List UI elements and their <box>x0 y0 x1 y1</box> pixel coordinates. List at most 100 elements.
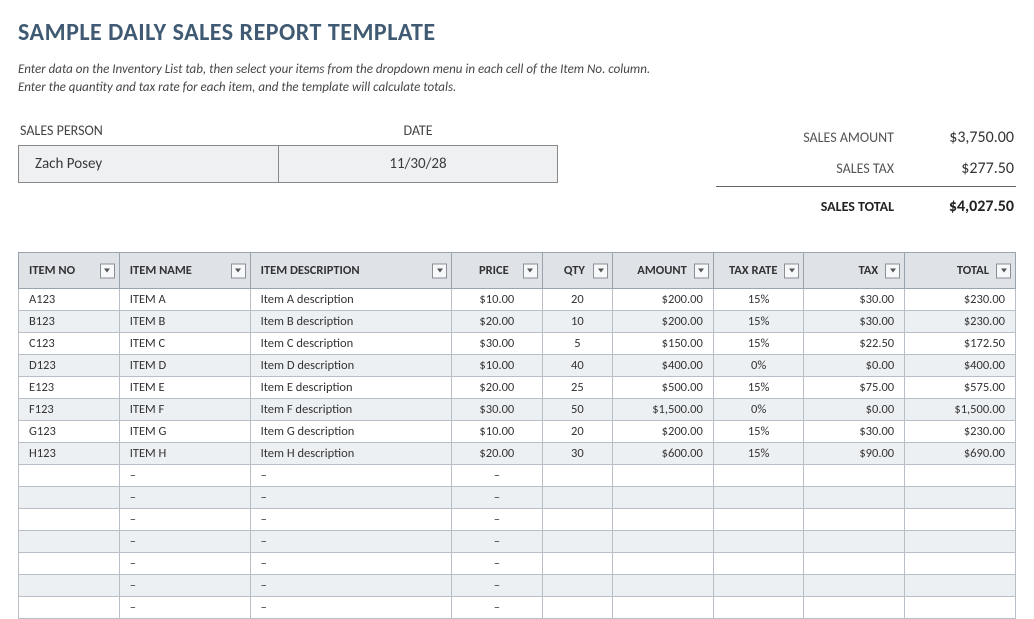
cell-item-no[interactable] <box>19 487 120 509</box>
filter-qty-icon[interactable] <box>593 263 608 278</box>
cell-tax-rate[interactable] <box>713 465 804 487</box>
cell-item-desc: – <box>250 575 451 597</box>
cell-qty[interactable]: 50 <box>542 399 612 421</box>
cell-qty[interactable] <box>542 597 612 619</box>
cell-total <box>905 487 1016 509</box>
cell-item-no[interactable] <box>19 597 120 619</box>
cell-tax-rate[interactable]: 15% <box>713 421 804 443</box>
cell-tax-rate[interactable] <box>713 531 804 553</box>
cell-tax-rate[interactable]: 15% <box>713 443 804 465</box>
cell-price: $10.00 <box>452 421 543 443</box>
cell-tax-rate[interactable]: 0% <box>713 355 804 377</box>
cell-tax-rate[interactable] <box>713 487 804 509</box>
cell-qty[interactable]: 20 <box>542 421 612 443</box>
cell-tax-rate[interactable]: 15% <box>713 377 804 399</box>
cell-total: $230.00 <box>905 289 1016 311</box>
summary-divider <box>716 186 1016 187</box>
filter-tax-icon[interactable] <box>885 263 900 278</box>
cell-amount: $200.00 <box>613 421 714 443</box>
cell-item-no[interactable]: C123 <box>19 333 120 355</box>
sales-amount-value: $3,750.00 <box>894 128 1014 147</box>
cell-item-name: – <box>119 509 250 531</box>
cell-price: $10.00 <box>452 289 543 311</box>
table-row: D123ITEM DItem D description$10.0040$400… <box>19 355 1016 377</box>
cell-amount: $1,500.00 <box>613 399 714 421</box>
cell-price: $10.00 <box>452 355 543 377</box>
cell-item-desc: Item D description <box>250 355 451 377</box>
cell-item-no[interactable]: B123 <box>19 311 120 333</box>
cell-tax <box>804 553 905 575</box>
filter-item-desc-icon[interactable] <box>432 263 447 278</box>
header-qty: QTY <box>564 263 585 278</box>
cell-item-no[interactable] <box>19 465 120 487</box>
cell-tax-rate[interactable] <box>713 509 804 531</box>
sales-person-input[interactable]: Zach Posey <box>19 146 279 182</box>
cell-qty[interactable] <box>542 553 612 575</box>
filter-price-icon[interactable] <box>523 263 538 278</box>
sales-total-value: $4,027.50 <box>894 197 1014 216</box>
cell-tax-rate[interactable] <box>713 597 804 619</box>
cell-item-desc: Item C description <box>250 333 451 355</box>
cell-total: $230.00 <box>905 421 1016 443</box>
cell-price: – <box>452 509 543 531</box>
cell-tax-rate[interactable] <box>713 553 804 575</box>
cell-tax-rate[interactable]: 15% <box>713 333 804 355</box>
cell-qty[interactable] <box>542 531 612 553</box>
date-label: DATE <box>278 122 558 139</box>
cell-qty[interactable]: 5 <box>542 333 612 355</box>
cell-qty[interactable]: 10 <box>542 311 612 333</box>
cell-item-desc: – <box>250 553 451 575</box>
cell-tax-rate[interactable]: 0% <box>713 399 804 421</box>
cell-amount <box>613 531 714 553</box>
meta-panel: SALES PERSON DATE Zach Posey 11/30/28 <box>18 122 558 183</box>
cell-item-desc: Item F description <box>250 399 451 421</box>
header-item-no: ITEM NO <box>29 263 75 278</box>
cell-qty[interactable]: 25 <box>542 377 612 399</box>
table-row: A123ITEM AItem A description$10.0020$200… <box>19 289 1016 311</box>
cell-item-no[interactable] <box>19 531 120 553</box>
header-item-desc: ITEM DESCRIPTION <box>261 263 360 278</box>
cell-tax-rate[interactable] <box>713 575 804 597</box>
cell-total: $172.50 <box>905 333 1016 355</box>
filter-item-no-icon[interactable] <box>100 263 115 278</box>
cell-item-no[interactable] <box>19 553 120 575</box>
filter-amount-icon[interactable] <box>694 263 709 278</box>
cell-amount <box>613 509 714 531</box>
cell-total <box>905 553 1016 575</box>
cell-tax: $22.50 <box>804 333 905 355</box>
filter-tax-rate-icon[interactable] <box>784 263 799 278</box>
cell-qty[interactable] <box>542 575 612 597</box>
cell-price: – <box>452 597 543 619</box>
cell-tax-rate[interactable]: 15% <box>713 311 804 333</box>
table-row: ––– <box>19 531 1016 553</box>
cell-price: $20.00 <box>452 311 543 333</box>
cell-tax-rate[interactable]: 15% <box>713 289 804 311</box>
cell-item-name: – <box>119 531 250 553</box>
filter-total-icon[interactable] <box>996 263 1011 278</box>
cell-qty[interactable] <box>542 487 612 509</box>
cell-item-no[interactable]: H123 <box>19 443 120 465</box>
cell-total: $400.00 <box>905 355 1016 377</box>
cell-item-no[interactable]: D123 <box>19 355 120 377</box>
cell-item-no[interactable] <box>19 509 120 531</box>
cell-item-no[interactable]: F123 <box>19 399 120 421</box>
cell-price: $30.00 <box>452 333 543 355</box>
cell-item-no[interactable]: A123 <box>19 289 120 311</box>
cell-qty[interactable] <box>542 509 612 531</box>
cell-item-no[interactable] <box>19 575 120 597</box>
filter-item-name-icon[interactable] <box>231 263 246 278</box>
cell-tax <box>804 487 905 509</box>
cell-price: – <box>452 553 543 575</box>
header-price: PRICE <box>479 263 509 278</box>
cell-qty[interactable]: 40 <box>542 355 612 377</box>
cell-item-no[interactable]: G123 <box>19 421 120 443</box>
cell-item-no[interactable]: E123 <box>19 377 120 399</box>
date-input[interactable]: 11/30/28 <box>279 146 557 182</box>
sales-tax-value: $277.50 <box>894 159 1014 178</box>
cell-item-name: ITEM E <box>119 377 250 399</box>
cell-qty[interactable]: 20 <box>542 289 612 311</box>
cell-total: $230.00 <box>905 311 1016 333</box>
cell-qty[interactable] <box>542 465 612 487</box>
sales-amount-label: SALES AMOUNT <box>718 129 894 146</box>
cell-qty[interactable]: 30 <box>542 443 612 465</box>
